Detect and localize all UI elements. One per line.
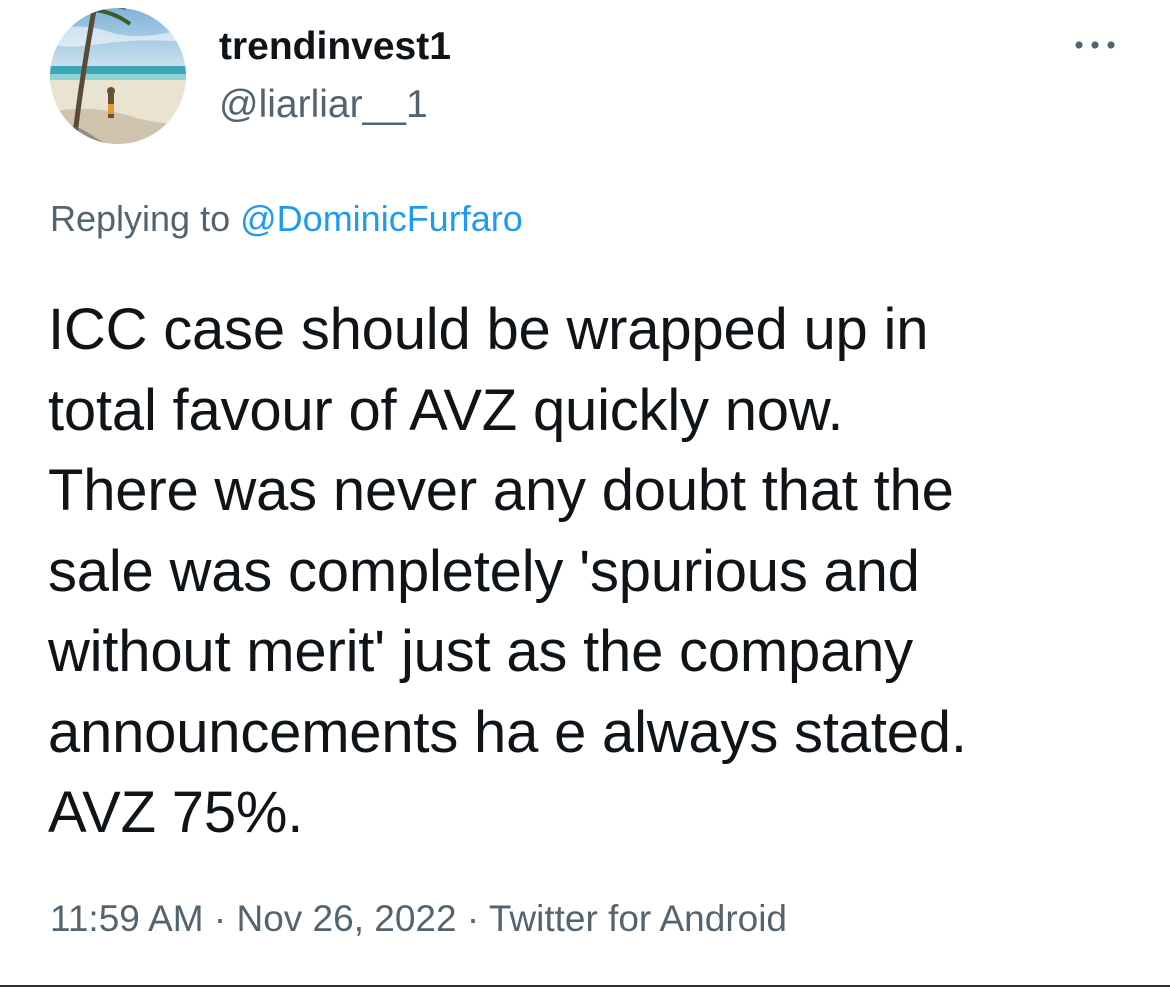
tweet: trendinvest1 @liarliar__1 Replying to @D…	[0, 0, 1170, 989]
reply-mention-link[interactable]: @DominicFurfaro	[240, 198, 523, 239]
tweet-date[interactable]: Nov 26, 2022	[236, 898, 456, 939]
author-display-name[interactable]: trendinvest1	[219, 24, 451, 70]
meta-separator: ·	[213, 898, 227, 939]
tweet-metadata: 11:59 AM · Nov 26, 2022 · Twitter for An…	[50, 896, 787, 942]
reply-context: Replying to @DominicFurfaro	[50, 197, 523, 241]
divider	[0, 985, 1170, 987]
tweet-text-line: There was never any doubt that the	[48, 458, 954, 523]
tweet-text-line: without merit' just as the company	[48, 619, 913, 684]
tweet-text-line: sale was completely 'spurious and	[48, 538, 920, 604]
tweet-text: ICC case should be wrapped up in total f…	[48, 290, 1138, 854]
tweet-text-line: total favour of AVZ quickly now.	[48, 377, 844, 443]
tweet-text-line: AVZ 75%.	[48, 780, 304, 845]
tweet-source[interactable]: Twitter for Android	[489, 898, 787, 939]
avatar[interactable]	[50, 8, 186, 144]
more-options-button[interactable]	[1070, 30, 1120, 60]
more-horizontal-icon	[1075, 41, 1115, 49]
beach-photo-icon	[50, 8, 186, 144]
author-handle[interactable]: @liarliar__1	[219, 82, 428, 128]
tweet-text-line: announcements ha e always stated.	[48, 699, 967, 765]
reply-context-prefix: Replying to	[50, 198, 231, 239]
tweet-text-line: ICC case should be wrapped up in	[48, 297, 929, 362]
meta-separator: ·	[466, 898, 480, 939]
tweet-time[interactable]: 11:59 AM	[50, 898, 204, 939]
